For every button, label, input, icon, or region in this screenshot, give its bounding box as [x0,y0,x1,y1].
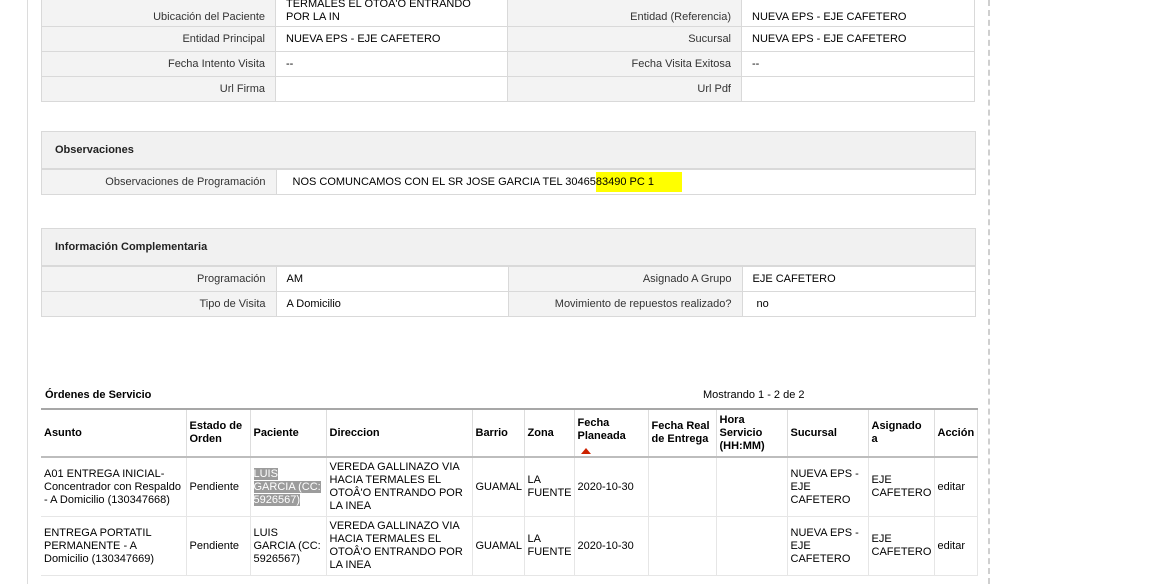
cell-neighborhood: GUAMAL [472,457,525,517]
pdf-url-value [741,76,975,102]
cell-address: VEREDA GALLINAZO VIA HACIA TERMALES EL O… [326,457,473,517]
cell-branch: NUEVA EPS - EJE CAFETERO [787,457,869,517]
cell-planned-date: 2020-10-30 [574,457,649,517]
header-order-status[interactable]: Estado de Orden [186,408,251,458]
visit-attempt-date-value: -- [275,51,508,77]
cell-service-time [716,516,788,576]
scheduling-observations-value: NOS COMUNCAMOS CON EL SR JOSE GARCIA TEL… [276,169,975,194]
cell-patient: LUIS GARCIA (CC: 5926567) [250,457,327,517]
cell-order-status: Pendiente [186,457,251,517]
observations-highlighted-text: 83490 PC 1 [595,172,683,192]
parts-movement-label: Movimiento de repuestos realizado? [508,291,743,316]
header-subject[interactable]: Asunto [41,408,187,458]
header-patient[interactable]: Paciente [250,408,327,458]
assigned-group-label: Asignado A Grupo [508,266,743,292]
main-entity-label: Entidad Principal [41,26,276,52]
header-branch[interactable]: Sucursal [787,408,869,458]
header-zone[interactable]: Zona [524,408,575,458]
cell-zone: LA FUENTE [524,516,575,576]
edit-link[interactable]: editar [938,481,966,493]
cell-action: editar [934,516,978,576]
cell-action: editar [934,457,978,517]
main-entity-row: Entidad Principal NUEVA EPS - EJE CAFETE… [41,26,975,52]
cell-patient: LUIS GARCIA (CC: 5926567) [250,516,327,576]
branch-value: NUEVA EPS - EJE CAFETERO [741,26,975,52]
edit-link[interactable]: editar [938,540,966,552]
cell-zone: LA FUENTE [524,457,575,517]
left-page-border [27,0,28,584]
service-orders-table: Asunto Estado de Orden Paciente Direccio… [41,408,978,576]
branch-label: Sucursal [507,26,742,52]
table-row: ENTREGA PORTATIL PERMANENTE - A Domicili… [41,516,978,576]
observations-section: Observaciones Observaciones de Programac… [41,131,976,195]
visit-dates-row: Fecha Intento Visita -- Fecha Visita Exi… [41,51,975,77]
main-entity-value: NUEVA EPS - EJE CAFETERO [275,26,508,52]
cell-assigned-to: EJE CAFETERO [868,516,935,576]
header-planned-date-label: Fecha Planeada [577,417,626,442]
header-actual-delivery-date[interactable]: Fecha Real de Entrega [648,408,717,458]
cell-neighborhood: GUAMAL [472,516,525,576]
assigned-group-value: EJE CAFETERO [742,266,975,292]
visit-type-label: Tipo de Visita [42,291,277,316]
observations-text: NOS COMUNCAMOS CON EL SR JOSE GARCIA TEL… [292,176,596,188]
header-service-time[interactable]: Hora Servicio (HH:MM) [716,408,788,458]
cell-actual-delivery-date [648,457,717,517]
visit-attempt-date-label: Fecha Intento Visita [41,51,276,77]
patient-selected-text: LUIS GARCIA (CC: 5926567) [253,467,321,506]
visit-type-row: Tipo de Visita A Domicilio Movimiento de… [42,291,975,316]
complementary-info-section: Información Complementaria Programación … [41,228,976,317]
header-address[interactable]: Direccion [326,408,473,458]
header-neighborhood[interactable]: Barrio [472,408,525,458]
signature-url-label: Url Firma [41,76,276,102]
right-dashed-border [988,0,990,584]
patient-location-row: Ubicación del Paciente TERMALES EL OTOÂ'… [41,0,975,27]
cell-address: VEREDA GALLINAZO VIA HACIA TERMALES EL O… [326,516,473,576]
patient-location-label: Ubicación del Paciente [41,0,276,27]
sort-ascending-icon [580,448,591,454]
scheduling-observations-label: Observaciones de Programación [42,169,277,194]
signature-url-value [275,76,508,102]
service-orders-title: Órdenes de Servicio [45,389,152,401]
cell-service-time [716,457,788,517]
patient-info-table: Ubicación del Paciente TERMALES EL OTOÂ'… [41,0,975,102]
pagination-status: Mostrando 1 - 2 de 2 [703,389,805,401]
table-header-row: Asunto Estado de Orden Paciente Direccio… [41,408,978,458]
reference-entity-value: NUEVA EPS - EJE CAFETERO [741,0,975,27]
urls-row: Url Firma Url Pdf [41,76,975,102]
cell-assigned-to: EJE CAFETERO [868,457,935,517]
header-planned-date[interactable]: Fecha Planeada [574,408,649,458]
reference-entity-label: Entidad (Referencia) [507,0,742,27]
pdf-url-label: Url Pdf [507,76,742,102]
observations-title: Observaciones [42,132,975,169]
scheduling-label: Programación [42,266,277,292]
cell-planned-date: 2020-10-30 [574,516,649,576]
cell-subject: ENTREGA PORTATIL PERMANENTE - A Domicili… [41,516,187,576]
visit-type-value: A Domicilio [276,291,509,316]
successful-visit-date-label: Fecha Visita Exitosa [507,51,742,77]
parts-movement-value: no [742,291,975,316]
complementary-info-title: Información Complementaria [42,229,975,266]
header-action: Acción [934,408,978,458]
cell-subject: A01 ENTREGA INICIAL- Concentrador con Re… [41,457,187,517]
table-row: A01 ENTREGA INICIAL- Concentrador con Re… [41,457,978,517]
cell-branch: NUEVA EPS - EJE CAFETERO [787,516,869,576]
successful-visit-date-value: -- [741,51,975,77]
scheduling-row: Programación AM Asignado A Grupo EJE CAF… [42,266,975,292]
cell-actual-delivery-date [648,516,717,576]
cell-order-status: Pendiente [186,516,251,576]
header-assigned-to[interactable]: Asignado a [868,408,935,458]
patient-location-value: TERMALES EL OTOÂ'O ENTRANDO POR LA IN [275,0,508,27]
scheduling-value: AM [276,266,509,292]
